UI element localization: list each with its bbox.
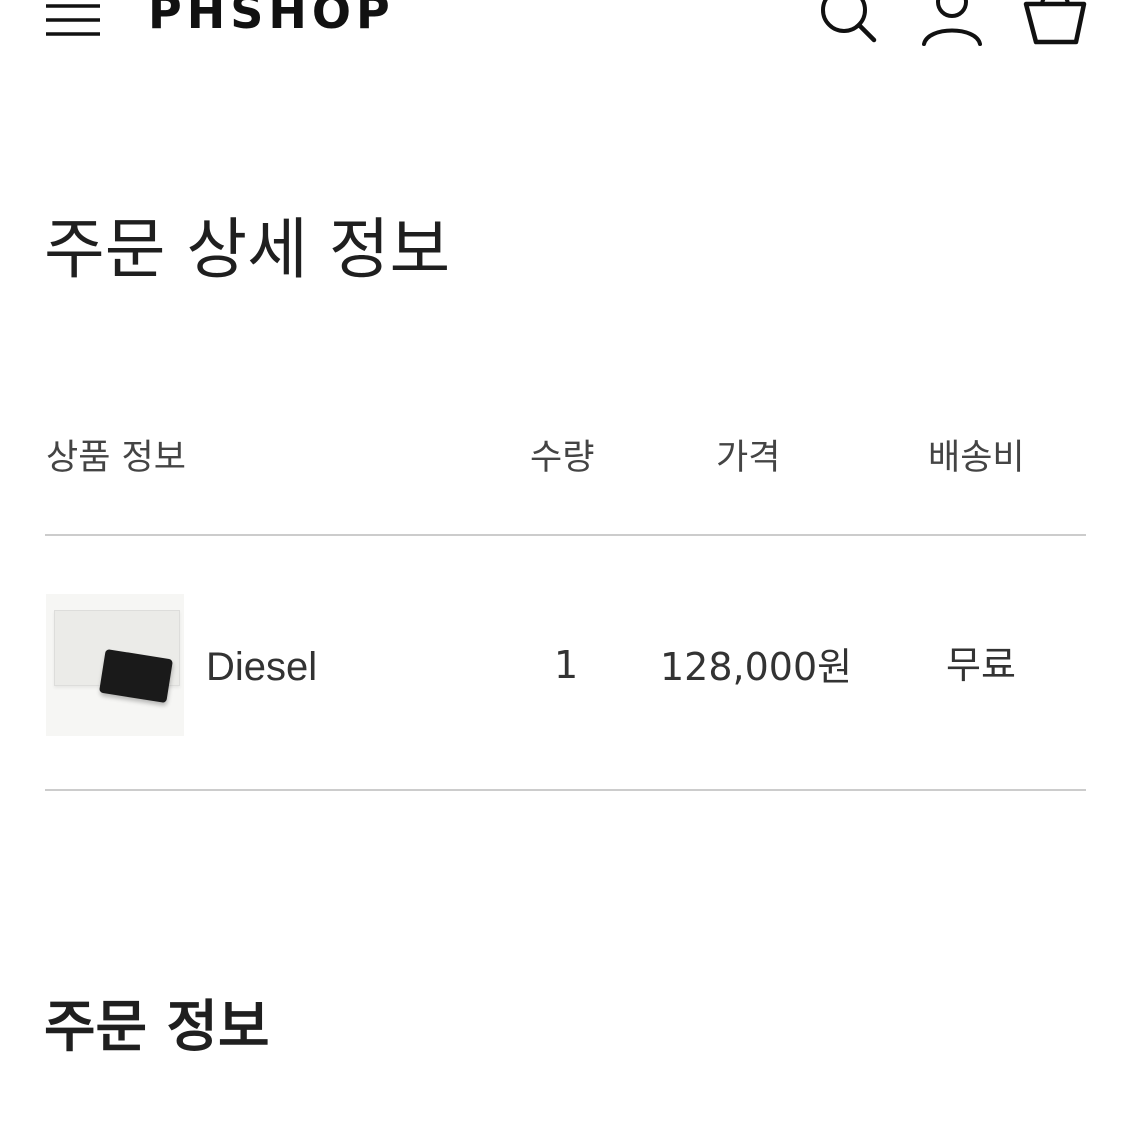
table-divider — [45, 534, 1086, 536]
search-icon[interactable] — [814, 0, 880, 48]
product-thumbnail[interactable] — [46, 594, 184, 736]
column-header-price: 가격 — [716, 438, 781, 478]
hamburger-menu-icon[interactable] — [44, 0, 102, 40]
shopping-bag-icon[interactable] — [1022, 0, 1088, 48]
table-divider — [45, 789, 1086, 791]
column-header-quantity: 수량 — [530, 438, 595, 478]
product-price: 128,000원 — [660, 645, 853, 689]
product-quantity: 1 — [554, 643, 579, 687]
page-title: 주문 상세 정보 — [44, 211, 451, 288]
column-header-product: 상품 정보 — [46, 438, 186, 478]
order-info-title: 주문 정보 — [44, 995, 270, 1060]
user-icon[interactable] — [918, 0, 984, 48]
site-header: PHSHOP — [0, 0, 1132, 60]
product-shipping-fee: 무료 — [946, 643, 1016, 687]
brand-logo[interactable]: PHSHOP — [148, 0, 395, 40]
product-name[interactable]: Diesel — [206, 642, 317, 692]
product-wallet-image — [98, 648, 174, 704]
column-header-shipping: 배송비 — [928, 438, 1025, 478]
